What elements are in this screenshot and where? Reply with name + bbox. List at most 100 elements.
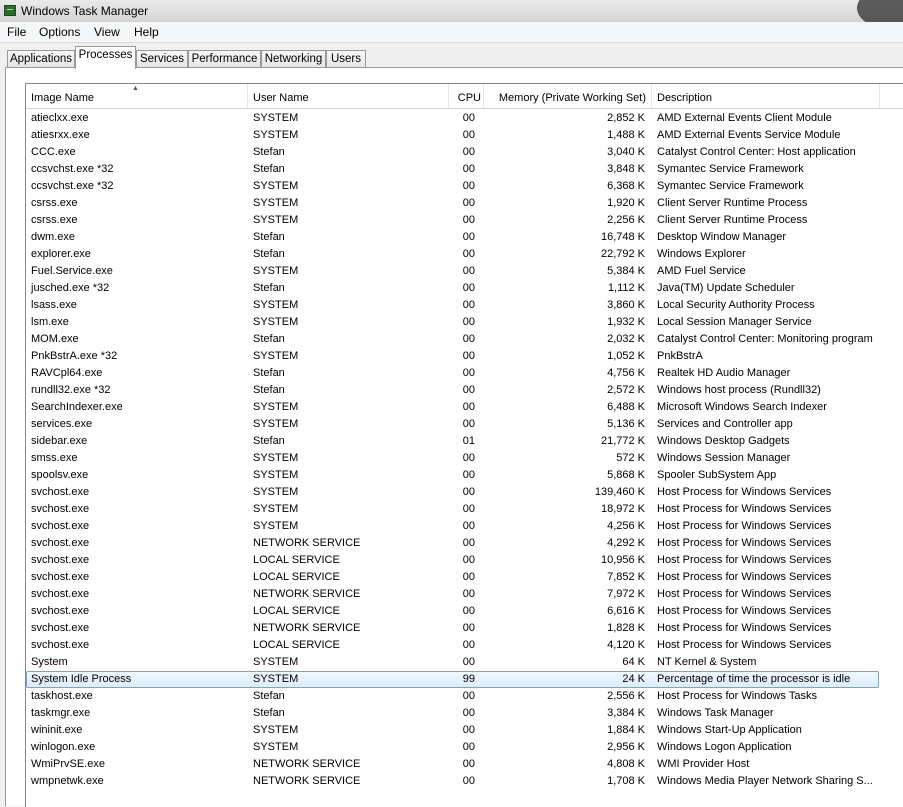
process-description: Host Process for Windows Services	[657, 554, 832, 566]
column-user-name[interactable]: User Name	[248, 84, 449, 108]
table-row[interactable]: svchost.exe NETWORK SERVICE 00 1,828 K Host …	[26, 620, 903, 637]
column-cpu[interactable]: CPU	[449, 84, 484, 108]
table-row[interactable]: ccsvchst.exe *32 Stefan 00 3,848 K Symantec …	[26, 161, 903, 178]
table-row[interactable]: svchost.exe NETWORK SERVICE 00 7,972 K Host …	[26, 586, 903, 603]
process-name: SearchIndexer.exe	[31, 401, 123, 413]
column-memory[interactable]: Memory (Private Working Set)	[484, 84, 652, 108]
process-user: SYSTEM	[253, 656, 299, 668]
menu-help[interactable]: Help	[134, 25, 159, 39]
tab-processes[interactable]: Processes	[75, 46, 136, 69]
process-user: Stefan	[253, 248, 285, 260]
table-row[interactable]: lsass.exe SYSTEM 00 3,860 K Local Security A…	[26, 297, 903, 314]
table-row[interactable]: svchost.exe SYSTEM 00 139,460 K Host Process…	[26, 484, 903, 501]
tab-users[interactable]: Users	[326, 50, 366, 68]
process-memory: 2,852 K	[607, 112, 645, 124]
window-title: Windows Task Manager	[21, 4, 149, 18]
process-description: Spooler SubSystem App	[657, 469, 777, 481]
process-user: SYSTEM	[253, 299, 299, 311]
process-cpu: 99	[462, 673, 475, 685]
table-row[interactable]: WmiPrvSE.exe NETWORK SERVICE 00 4,808 K WMI …	[26, 756, 903, 773]
process-description: Client Server Runtime Process	[657, 197, 808, 209]
table-row[interactable]: svchost.exe LOCAL SERVICE 00 4,120 K Host Pr…	[26, 637, 903, 654]
process-list[interactable]: ▲ Image Name User Name CPU Memory (Priva…	[25, 83, 903, 807]
process-memory: 1,932 K	[607, 316, 645, 328]
table-row[interactable]: SearchIndexer.exe SYSTEM 00 6,488 K Microsof…	[26, 399, 903, 416]
process-user: LOCAL SERVICE	[253, 639, 340, 651]
process-description: Symantec Service Framework	[657, 163, 804, 175]
table-row[interactable]: wmpnetwk.exe NETWORK SERVICE 00 1,708 K Wind…	[26, 773, 903, 790]
column-description[interactable]: Description	[652, 84, 880, 108]
tab-applications[interactable]: Applications	[7, 50, 75, 68]
process-cpu: 00	[462, 180, 475, 192]
process-name: wmpnetwk.exe	[31, 775, 104, 787]
menu-options[interactable]: Options	[39, 25, 80, 39]
table-row[interactable]: rundll32.exe *32 Stefan 00 2,572 K Windows h…	[26, 382, 903, 399]
table-row[interactable]: lsm.exe SYSTEM 00 1,932 K Local Session Mana…	[26, 314, 903, 331]
process-cpu: 00	[462, 367, 475, 379]
process-user: SYSTEM	[253, 180, 299, 192]
table-row[interactable]: winlogon.exe SYSTEM 00 2,956 K Windows Logon…	[26, 739, 903, 756]
process-cpu: 00	[462, 418, 475, 430]
table-row[interactable]: csrss.exe SYSTEM 00 2,256 K Client Server Ru…	[26, 212, 903, 229]
process-user: SYSTEM	[253, 469, 299, 481]
table-row[interactable]: dwm.exe Stefan 00 16,748 K Desktop Window Ma…	[26, 229, 903, 246]
process-description: Desktop Window Manager	[657, 231, 787, 243]
tab-performance[interactable]: Performance	[188, 50, 261, 68]
table-row[interactable]: System SYSTEM 00 64 K NT Kernel & System	[26, 654, 903, 671]
table-row[interactable]: svchost.exe NETWORK SERVICE 00 4,292 K Host …	[26, 535, 903, 552]
table-row[interactable]: services.exe SYSTEM 00 5,136 K Services and …	[26, 416, 903, 433]
table-row[interactable]: taskhost.exe Stefan 00 2,556 K Host Process …	[26, 688, 903, 705]
process-memory: 1,052 K	[607, 350, 645, 362]
process-name: svchost.exe	[31, 503, 90, 515]
table-row[interactable]: atieclxx.exe SYSTEM 00 2,852 K AMD External …	[26, 110, 903, 127]
table-row[interactable]: csrss.exe SYSTEM 00 1,920 K Client Server Ru…	[26, 195, 903, 212]
process-description: NT Kernel & System	[657, 656, 757, 668]
tab-networking[interactable]: Networking	[261, 50, 326, 68]
process-description: Host Process for Windows Services	[657, 571, 832, 583]
process-memory: 4,256 K	[607, 520, 645, 532]
table-row[interactable]: CCC.exe Stefan 00 3,040 K Catalyst Control C…	[26, 144, 903, 161]
table-row[interactable]: jusched.exe *32 Stefan 00 1,112 K Java(TM) U…	[26, 280, 903, 297]
table-row[interactable]: RAVCpl64.exe Stefan 00 4,756 K Realtek HD Au…	[26, 365, 903, 382]
table-row[interactable]: ccsvchst.exe *32 SYSTEM 00 6,368 K Symantec …	[26, 178, 903, 195]
table-row[interactable]: svchost.exe LOCAL SERVICE 00 7,852 K Host Pr…	[26, 569, 903, 586]
menu-file[interactable]: File	[7, 25, 26, 39]
table-row[interactable]: wininit.exe SYSTEM 00 1,884 K Windows Start-…	[26, 722, 903, 739]
table-row[interactable]: svchost.exe LOCAL SERVICE 00 10,956 K Host P…	[26, 552, 903, 569]
table-row[interactable]: taskmgr.exe Stefan 00 3,384 K Windows Task M…	[26, 705, 903, 722]
table-row[interactable]: System Idle Process SYSTEM 99 24 K Percentag…	[26, 671, 879, 688]
tab-services[interactable]: Services	[136, 50, 188, 68]
table-row[interactable]: explorer.exe Stefan 00 22,792 K Windows Expl…	[26, 246, 903, 263]
process-memory: 18,972 K	[600, 503, 645, 515]
table-row[interactable]: PnkBstrA.exe *32 SYSTEM 00 1,052 K PnkBstrA	[26, 348, 903, 365]
table-row[interactable]: sidebar.exe Stefan 01 21,772 K Windows Deskt…	[26, 433, 903, 450]
table-row[interactable]: svchost.exe LOCAL SERVICE 00 6,616 K Host Pr…	[26, 603, 903, 620]
process-name: atieclxx.exe	[31, 112, 89, 124]
table-row[interactable]: svchost.exe SYSTEM 00 18,972 K Host Process …	[26, 501, 903, 518]
menu-view[interactable]: View	[94, 25, 120, 39]
process-cpu: 00	[462, 248, 475, 260]
table-row[interactable]: MOM.exe Stefan 00 2,032 K Catalyst Control C…	[26, 331, 903, 348]
process-user: Stefan	[253, 435, 285, 447]
process-user: NETWORK SERVICE	[253, 588, 361, 600]
process-user: Stefan	[253, 282, 285, 294]
table-row[interactable]: Fuel.Service.exe SYSTEM 00 5,384 K AMD Fuel …	[26, 263, 903, 280]
table-row[interactable]: svchost.exe SYSTEM 00 4,256 K Host Process f…	[26, 518, 903, 535]
process-name: csrss.exe	[31, 197, 78, 209]
process-cpu: 00	[462, 758, 475, 770]
process-user: NETWORK SERVICE	[253, 537, 361, 549]
table-row[interactable]: spoolsv.exe SYSTEM 00 5,868 K Spooler SubSys…	[26, 467, 903, 484]
process-name: lsm.exe	[31, 316, 69, 328]
process-user: SYSTEM	[253, 214, 299, 226]
process-cpu: 00	[462, 282, 475, 294]
process-cpu: 00	[462, 146, 475, 158]
process-memory: 2,256 K	[607, 214, 645, 226]
process-name: ccsvchst.exe *32	[31, 163, 114, 175]
process-name: svchost.exe	[31, 639, 90, 651]
process-name: System Idle Process	[31, 673, 132, 685]
process-memory: 16,748 K	[600, 231, 645, 243]
column-image-name[interactable]: ▲ Image Name	[26, 84, 248, 108]
table-row[interactable]: smss.exe SYSTEM 00 572 K Windows Session Man…	[26, 450, 903, 467]
process-name: svchost.exe	[31, 554, 90, 566]
table-row[interactable]: atiesrxx.exe SYSTEM 00 1,488 K AMD External …	[26, 127, 903, 144]
